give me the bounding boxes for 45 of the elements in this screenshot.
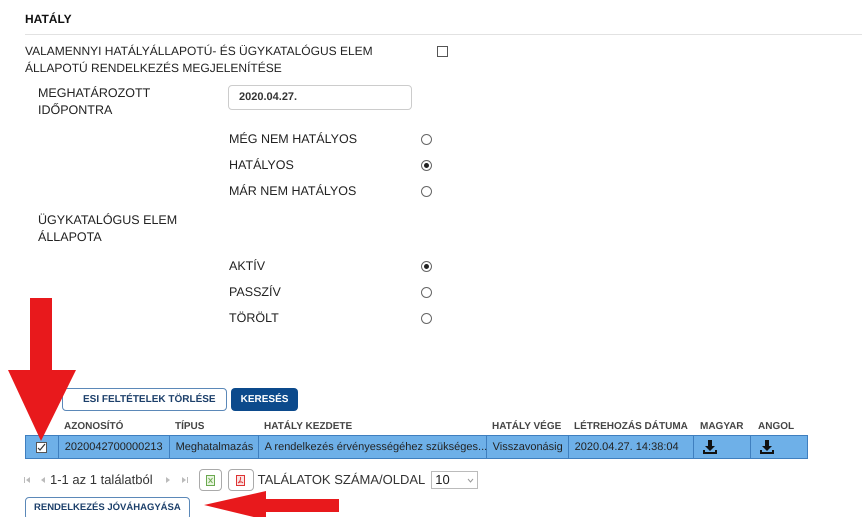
column-header: LÉTREHOZÁS DÁTUMA (573, 419, 689, 434)
catalog-label: ÜGYKATALÓGUS ELEM ÁLLAPOTA (38, 212, 178, 246)
option-label: PASSZÍV (229, 284, 282, 302)
download-icon[interactable] (702, 439, 718, 455)
table-cell-text: A rendelkezés érvényességéhez szükséges... (264, 440, 488, 455)
spreadsheet-icon (206, 474, 215, 486)
page-size-select[interactable]: 10 (431, 471, 478, 489)
clear-button[interactable]: ESI FELTÉTELEK TÖRLÉSE (62, 388, 227, 411)
table-cell-text: Meghatalmazás (176, 440, 254, 455)
column-header: ANGOL (757, 420, 796, 434)
radio-button[interactable] (421, 261, 432, 272)
radio-button[interactable] (421, 160, 432, 171)
radio-button[interactable] (421, 287, 432, 298)
page-size-label: TALÁLATOK SZÁMA/OLDAL (258, 471, 426, 490)
table-cell-text: 2020042700000213 (64, 440, 163, 455)
option-label: AKTÍV (229, 258, 266, 276)
option-label: MÉG NEM HATÁLYOS (229, 131, 358, 148)
approve-button[interactable]: RENDELKEZÉS JÓVÁHAGYÁSA (25, 497, 190, 517)
option-label: HATÁLYOS (229, 157, 295, 174)
column-header: AZONOSÍTÓ (63, 419, 124, 434)
pdf-icon (236, 474, 246, 486)
pdf-export-button[interactable] (228, 469, 254, 491)
pager-summary: 1-1 az 1 találatból (50, 471, 153, 490)
excel-export-button[interactable] (198, 469, 222, 491)
option-label: MÁR NEM HATÁLYOS (229, 183, 358, 200)
table-cell-text: 2020.04.27. 14:38:04 (574, 440, 679, 455)
table-cell-text: Visszavonásig (492, 440, 563, 455)
show-all-label: VALAMENNYI HATÁLYÁLLAPOTÚ- ÉS ÜGYKATALÓGUS ELEM ÁLLAPOTÚ RENDELKEZÉS MEGJELENÍTÉSE (25, 43, 374, 77)
date-field[interactable]: 2020.04.27. (228, 85, 412, 110)
chevron-icon (467, 478, 474, 482)
column-header: TÍPUS (174, 419, 206, 434)
radio-button[interactable] (421, 186, 432, 197)
date-label: MEGHATÁROZOTT IDŐPONTRA (38, 85, 152, 119)
option-label: TÖRÖLT (229, 310, 280, 328)
checkbox[interactable] (437, 46, 448, 57)
radio-button[interactable] (421, 313, 432, 324)
search-button[interactable]: KERESÉS (230, 388, 298, 411)
column-header: MAGYAR (699, 420, 745, 434)
radio-button[interactable] (421, 134, 432, 145)
row-checkbox[interactable] (36, 442, 48, 452)
column-header: HATÁLY VÉGE (491, 419, 562, 434)
download-icon[interactable] (759, 439, 776, 455)
section-title: HATÁLY (25, 11, 73, 28)
column-header: HATÁLY KEZDETE (263, 419, 354, 434)
table-row[interactable]: 2020042700000213 Meghatalmazás A rendelkezés érvényességéhez szükséges... Visszavonásig 2020.04.27. 14:38:04 (25, 435, 808, 459)
